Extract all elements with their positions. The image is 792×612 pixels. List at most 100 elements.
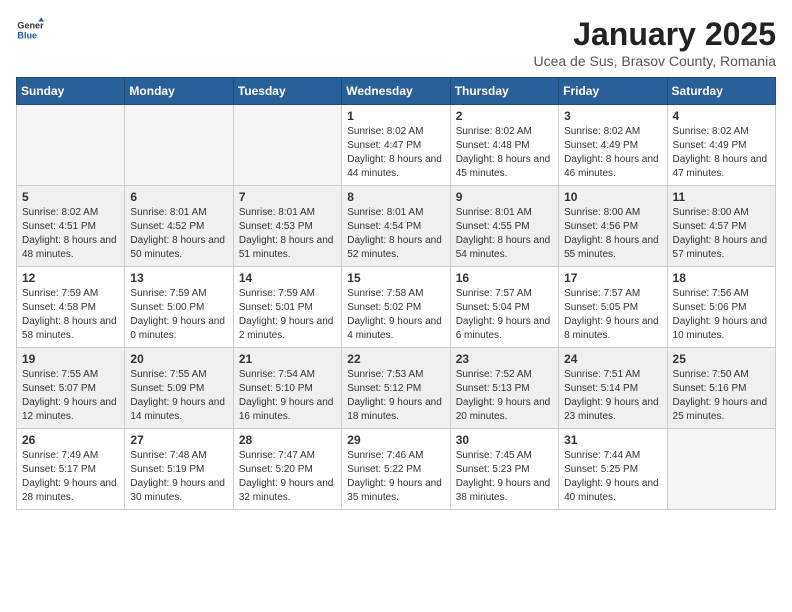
- day-info: Sunrise: 8:00 AM Sunset: 4:56 PM Dayligh…: [564, 206, 661, 262]
- day-number: 19: [22, 352, 119, 366]
- calendar-day-cell: 16Sunrise: 7:57 AM Sunset: 5:04 PM Dayli…: [450, 267, 558, 348]
- calendar-day-cell: 1Sunrise: 8:02 AM Sunset: 4:47 PM Daylig…: [342, 105, 450, 186]
- calendar-day-cell: [667, 429, 775, 510]
- calendar-week-row: 26 Sunrise: 7:49 AM Sunset: 5:17 PM Dayli…: [17, 429, 776, 510]
- calendar-day-cell: 28 Sunrise: 7:47 AM Sunset: 5:20 PM Dayli…: [233, 429, 341, 510]
- calendar-week-row: 5 Sunrise: 8:02 AM Sunset: 4:51 PM Daylig…: [17, 186, 776, 267]
- day-number: 31: [564, 433, 661, 447]
- day-info: Sunrise: 7:46 AM Sunset: 5:22 PM Dayligh…: [347, 449, 444, 505]
- day-info: Sunrise: 8:02 AM Sunset: 4:49 PM Dayligh…: [673, 125, 770, 181]
- day-number: 24: [564, 352, 661, 366]
- day-info: Sunrise: 7:59 AM Sunset: 4:58 PM Dayligh…: [22, 287, 119, 343]
- calendar-week-row: 19Sunrise: 7:55 AM Sunset: 5:07 PM Dayli…: [17, 348, 776, 429]
- day-number: 8: [347, 190, 444, 204]
- day-number: 5: [22, 190, 119, 204]
- day-number: 4: [673, 109, 770, 123]
- calendar-day-cell: 8 Sunrise: 8:01 AM Sunset: 4:54 PM Daylig…: [342, 186, 450, 267]
- day-number: 13: [130, 271, 227, 285]
- calendar-day-cell: 21 Sunrise: 7:54 AM Sunset: 5:10 PM Dayli…: [233, 348, 341, 429]
- day-info: Sunrise: 7:58 AM Sunset: 5:02 PM Dayligh…: [347, 287, 444, 343]
- day-info: Sunrise: 7:53 AM Sunset: 5:12 PM Dayligh…: [347, 368, 444, 424]
- calendar-day-cell: 19Sunrise: 7:55 AM Sunset: 5:07 PM Dayli…: [17, 348, 125, 429]
- calendar-day-cell: 4 Sunrise: 8:02 AM Sunset: 4:49 PM Daylig…: [667, 105, 775, 186]
- day-info: Sunrise: 8:02 AM Sunset: 4:49 PM Dayligh…: [564, 125, 661, 181]
- day-info: Sunrise: 8:00 AM Sunset: 4:57 PM Dayligh…: [673, 206, 770, 262]
- calendar-day-cell: 18Sunrise: 7:56 AM Sunset: 5:06 PM Dayli…: [667, 267, 775, 348]
- day-info: Sunrise: 7:51 AM Sunset: 5:14 PM Dayligh…: [564, 368, 661, 424]
- month-title: January 2025: [533, 16, 776, 53]
- calendar-day-cell: 12 Sunrise: 7:59 AM Sunset: 4:58 PM Dayli…: [17, 267, 125, 348]
- calendar-day-cell: 26 Sunrise: 7:49 AM Sunset: 5:17 PM Dayli…: [17, 429, 125, 510]
- weekday-header: Sunday: [17, 78, 125, 105]
- day-info: Sunrise: 7:56 AM Sunset: 5:06 PM Dayligh…: [673, 287, 770, 343]
- calendar-day-cell: 30 Sunrise: 7:45 AM Sunset: 5:23 PM Dayli…: [450, 429, 558, 510]
- weekday-header-row: SundayMondayTuesdayWednesdayThursdayFrid…: [17, 78, 776, 105]
- day-info: Sunrise: 7:54 AM Sunset: 5:10 PM Dayligh…: [239, 368, 336, 424]
- day-info: Sunrise: 8:02 AM Sunset: 4:51 PM Dayligh…: [22, 206, 119, 262]
- location: Ucea de Sus, Brasov County, Romania: [533, 53, 776, 69]
- logo: General Blue: [16, 16, 48, 44]
- calendar-day-cell: 7Sunrise: 8:01 AM Sunset: 4:53 PM Daylig…: [233, 186, 341, 267]
- calendar-day-cell: 25 Sunrise: 7:50 AM Sunset: 5:16 PM Dayli…: [667, 348, 775, 429]
- calendar-week-row: 1Sunrise: 8:02 AM Sunset: 4:47 PM Daylig…: [17, 105, 776, 186]
- day-number: 26: [22, 433, 119, 447]
- calendar-day-cell: [17, 105, 125, 186]
- calendar-day-cell: 27 Sunrise: 7:48 AM Sunset: 5:19 PM Dayli…: [125, 429, 233, 510]
- calendar-day-cell: 23Sunrise: 7:52 AM Sunset: 5:13 PM Dayli…: [450, 348, 558, 429]
- day-number: 3: [564, 109, 661, 123]
- svg-text:General: General: [17, 21, 44, 31]
- day-info: Sunrise: 8:01 AM Sunset: 4:55 PM Dayligh…: [456, 206, 553, 262]
- page-header: General Blue January 2025 Ucea de Sus, B…: [16, 16, 776, 69]
- day-info: Sunrise: 8:01 AM Sunset: 4:53 PM Dayligh…: [239, 206, 336, 262]
- weekday-header: Friday: [559, 78, 667, 105]
- day-number: 12: [22, 271, 119, 285]
- day-number: 29: [347, 433, 444, 447]
- day-info: Sunrise: 7:48 AM Sunset: 5:19 PM Dayligh…: [130, 449, 227, 505]
- day-number: 10: [564, 190, 661, 204]
- day-number: 17: [564, 271, 661, 285]
- day-info: Sunrise: 7:50 AM Sunset: 5:16 PM Dayligh…: [673, 368, 770, 424]
- title-block: January 2025 Ucea de Sus, Brasov County,…: [533, 16, 776, 69]
- day-number: 30: [456, 433, 553, 447]
- calendar-day-cell: 3 Sunrise: 8:02 AM Sunset: 4:49 PM Daylig…: [559, 105, 667, 186]
- calendar-day-cell: 20 Sunrise: 7:55 AM Sunset: 5:09 PM Dayli…: [125, 348, 233, 429]
- weekday-header: Monday: [125, 78, 233, 105]
- day-number: 28: [239, 433, 336, 447]
- weekday-header: Tuesday: [233, 78, 341, 105]
- logo-icon: General Blue: [16, 16, 44, 44]
- day-number: 20: [130, 352, 227, 366]
- calendar-day-cell: 29 Sunrise: 7:46 AM Sunset: 5:22 PM Dayli…: [342, 429, 450, 510]
- calendar-table: SundayMondayTuesdayWednesdayThursdayFrid…: [16, 77, 776, 510]
- day-info: Sunrise: 7:57 AM Sunset: 5:05 PM Dayligh…: [564, 287, 661, 343]
- day-info: Sunrise: 8:02 AM Sunset: 4:48 PM Dayligh…: [456, 125, 553, 181]
- day-info: Sunrise: 8:01 AM Sunset: 4:54 PM Dayligh…: [347, 206, 444, 262]
- day-number: 1: [347, 109, 444, 123]
- day-info: Sunrise: 7:45 AM Sunset: 5:23 PM Dayligh…: [456, 449, 553, 505]
- calendar-day-cell: 17 Sunrise: 7:57 AM Sunset: 5:05 PM Dayli…: [559, 267, 667, 348]
- calendar-day-cell: 2 Sunrise: 8:02 AM Sunset: 4:48 PM Daylig…: [450, 105, 558, 186]
- calendar-day-cell: [233, 105, 341, 186]
- calendar-week-row: 12 Sunrise: 7:59 AM Sunset: 4:58 PM Dayli…: [17, 267, 776, 348]
- day-number: 27: [130, 433, 227, 447]
- weekday-header: Thursday: [450, 78, 558, 105]
- day-number: 11: [673, 190, 770, 204]
- day-number: 21: [239, 352, 336, 366]
- day-info: Sunrise: 7:59 AM Sunset: 5:01 PM Dayligh…: [239, 287, 336, 343]
- calendar-day-cell: 13Sunrise: 7:59 AM Sunset: 5:00 PM Dayli…: [125, 267, 233, 348]
- day-info: Sunrise: 7:55 AM Sunset: 5:09 PM Dayligh…: [130, 368, 227, 424]
- day-info: Sunrise: 7:47 AM Sunset: 5:20 PM Dayligh…: [239, 449, 336, 505]
- calendar-day-cell: 22Sunrise: 7:53 AM Sunset: 5:12 PM Dayli…: [342, 348, 450, 429]
- day-number: 14: [239, 271, 336, 285]
- weekday-header: Wednesday: [342, 78, 450, 105]
- day-number: 9: [456, 190, 553, 204]
- day-info: Sunrise: 7:49 AM Sunset: 5:17 PM Dayligh…: [22, 449, 119, 505]
- calendar-day-cell: 31Sunrise: 7:44 AM Sunset: 5:25 PM Dayli…: [559, 429, 667, 510]
- calendar-day-cell: 5 Sunrise: 8:02 AM Sunset: 4:51 PM Daylig…: [17, 186, 125, 267]
- day-number: 15: [347, 271, 444, 285]
- calendar-day-cell: 24 Sunrise: 7:51 AM Sunset: 5:14 PM Dayli…: [559, 348, 667, 429]
- day-number: 2: [456, 109, 553, 123]
- calendar-day-cell: 14 Sunrise: 7:59 AM Sunset: 5:01 PM Dayli…: [233, 267, 341, 348]
- day-info: Sunrise: 8:01 AM Sunset: 4:52 PM Dayligh…: [130, 206, 227, 262]
- svg-text:Blue: Blue: [17, 30, 37, 40]
- day-number: 25: [673, 352, 770, 366]
